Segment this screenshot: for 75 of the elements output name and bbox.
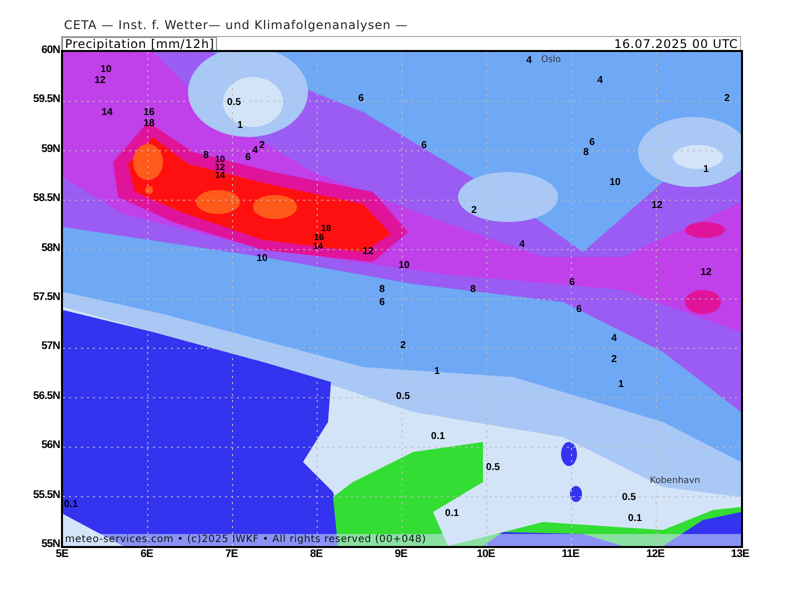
latitude-label: 55N [41, 538, 60, 550]
contour-label: 6 [421, 141, 427, 151]
latitude-label: 60N [41, 44, 60, 56]
contour-label: 6 [245, 153, 251, 163]
contour-label: 12 [215, 163, 225, 171]
latitude-label: 57N [41, 340, 60, 352]
contour-label: 6 [589, 138, 595, 148]
contour-label: 0.1 [64, 500, 78, 510]
contour-label: 14 [215, 171, 225, 179]
latitude-label: 58.5N [33, 192, 60, 204]
contour-label: 14 [313, 242, 323, 250]
contour-label: 2 [471, 206, 477, 216]
contour-label: 4 [611, 334, 617, 344]
contour-label: 4 [519, 240, 525, 250]
contour-label: 4 [252, 146, 258, 156]
latitude-label: 56N [41, 439, 60, 452]
contour-label: 8 [470, 285, 476, 295]
contour-label: 16 [143, 108, 155, 118]
contour-label: 2 [611, 355, 617, 365]
contour-label: 6 [569, 278, 575, 288]
contour-label: 1 [703, 165, 709, 175]
contour-label: 0.1 [431, 432, 445, 442]
contour-label: 0.1 [628, 514, 642, 524]
city-label: Oslo [541, 55, 561, 65]
latitude-label: 56.5N [33, 390, 60, 402]
contour-label: 2 [400, 341, 406, 351]
longitude-label: 5E [54, 548, 70, 560]
longitude-label: 6E [140, 548, 154, 560]
contour-label: 8 [203, 151, 209, 161]
contour-label: 12 [362, 247, 374, 257]
contour-label: 6 [358, 94, 364, 104]
contour-label: 16 [314, 233, 324, 241]
latitude-label: 57.5N [33, 290, 60, 303]
contour-label: 4 [526, 56, 532, 66]
latitude-label: 58N [41, 242, 60, 254]
contour-label: 6 [379, 298, 385, 308]
longitude-label: 13E [730, 548, 750, 560]
contour-label: 1 [237, 121, 243, 131]
contour-label: 1 [434, 367, 440, 377]
contour-label: 14 [101, 108, 113, 118]
contour-label: 12 [94, 76, 106, 86]
contour-label: 2 [259, 141, 265, 151]
contour-label: 0.1 [445, 509, 459, 519]
contour-label: 0.5 [622, 493, 636, 503]
contour-label: 1 [618, 380, 624, 390]
latitude-label: 59.5N [33, 93, 60, 106]
city-label: Kobenhavn [650, 476, 700, 486]
longitude-label: 7E [224, 548, 239, 560]
contour-label: 10 [215, 155, 225, 163]
longitude-label: 12E [645, 548, 666, 560]
contour-label: 18 [143, 119, 155, 129]
contour-label: 6 [576, 305, 582, 315]
variable-label: Precipitation [mm/12h] [62, 36, 218, 50]
contour-label: 0.5 [486, 463, 500, 473]
chart-header: CETA — Inst. f. Wetter— und Klimafolgenanalysen — [64, 18, 409, 34]
valid-time: 16.07.2025 00 UTC [614, 38, 739, 50]
contour-label: 12 [700, 268, 712, 278]
contour-label: 10 [609, 178, 621, 188]
contour-label: 8 [583, 148, 589, 158]
contour-label: 12 [651, 201, 663, 211]
contour-label: 0.5 [227, 98, 241, 108]
contour-label: 10 [398, 261, 410, 271]
longitude-label: 8E [309, 548, 324, 560]
contour-label: 10 [100, 65, 112, 75]
latitude-label: 59N [41, 142, 60, 155]
contour-label: 10 [256, 254, 268, 264]
contour-label: 2 [724, 94, 730, 104]
longitude-label: 10E [476, 548, 496, 560]
latitude-label: 55.5N [33, 488, 60, 501]
contour-label: 4 [597, 76, 603, 86]
longitude-label: 11E [560, 548, 580, 560]
contour-label: 0.5 [396, 392, 410, 402]
contour-label: 18 [321, 224, 331, 232]
contour-label: 8 [379, 285, 385, 295]
longitude-label: 9E [394, 548, 408, 560]
